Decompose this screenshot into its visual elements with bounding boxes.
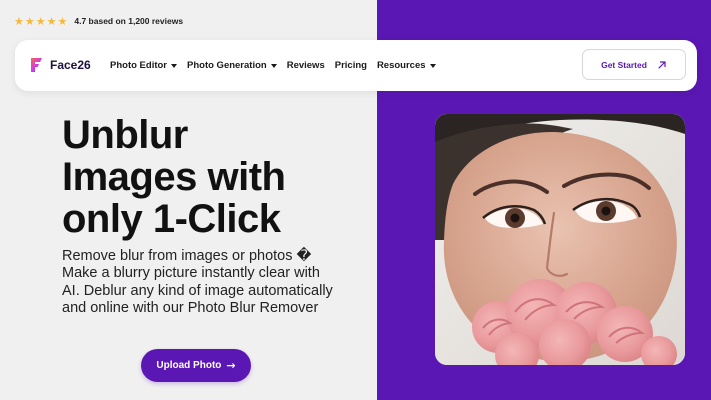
arrow-right-icon: → [226, 359, 236, 372]
get-started-label: Get Started [601, 59, 647, 70]
nav-pricing-label: Pricing [334, 60, 367, 71]
chevron-down-icon [429, 64, 436, 68]
arrow-up-right-icon [658, 60, 666, 69]
nav-reviews-label: Reviews [286, 60, 325, 71]
rating-summary: ★ ★ ★ ★ ★ 4.7 based on 1,200 reviews [14, 13, 183, 29]
nav-resources[interactable]: Resources [377, 60, 436, 71]
nav-reviews[interactable]: Reviews [287, 60, 325, 71]
nav-pricing[interactable]: Pricing [335, 60, 367, 71]
nav-resources-label: Resources [376, 60, 426, 71]
star-icon: ★ [14, 14, 24, 28]
star-icon: ★ [57, 14, 68, 28]
rating-text: 4.7 based on 1,200 reviews [74, 16, 184, 26]
brand-name: Face26 [50, 58, 91, 72]
face26-logo-icon [31, 58, 42, 72]
hero-photo [435, 114, 685, 365]
rating-stars: ★ ★ ★ ★ ★ [14, 16, 67, 27]
nav-photo-generation-label: Photo Generation [187, 60, 267, 71]
chevron-down-icon [171, 64, 177, 68]
nav-photo-editor[interactable]: Photo Editor [110, 60, 177, 71]
nav-photo-generation[interactable]: Photo Generation [187, 60, 277, 71]
star-icon: ★ [24, 14, 35, 28]
nav-photo-editor-label: Photo Editor [110, 60, 167, 71]
upload-photo-label: Upload Photo [156, 360, 222, 371]
top-navigation: Face26 Photo Editor Photo Generation Rev… [15, 40, 697, 91]
chevron-down-icon [270, 64, 277, 68]
get-started-button[interactable]: Get Started [582, 49, 686, 80]
woman-with-pink-roses-photo [435, 114, 685, 365]
upload-photo-button[interactable]: Upload Photo → [141, 349, 251, 382]
main-menu: Photo Editor Photo Generation Reviews Pr… [110, 58, 436, 73]
hero-description: Remove blur from images or photos � Make… [62, 248, 333, 317]
page: ★ ★ ★ ★ ★ 4.7 based on 1,200 reviews Fac… [0, 0, 711, 400]
star-icon: ★ [46, 14, 57, 28]
star-icon: ★ [35, 14, 46, 28]
brand-link[interactable]: Face26 [27, 55, 91, 75]
hero-title: Unblur Images with only 1-Click [62, 113, 286, 241]
